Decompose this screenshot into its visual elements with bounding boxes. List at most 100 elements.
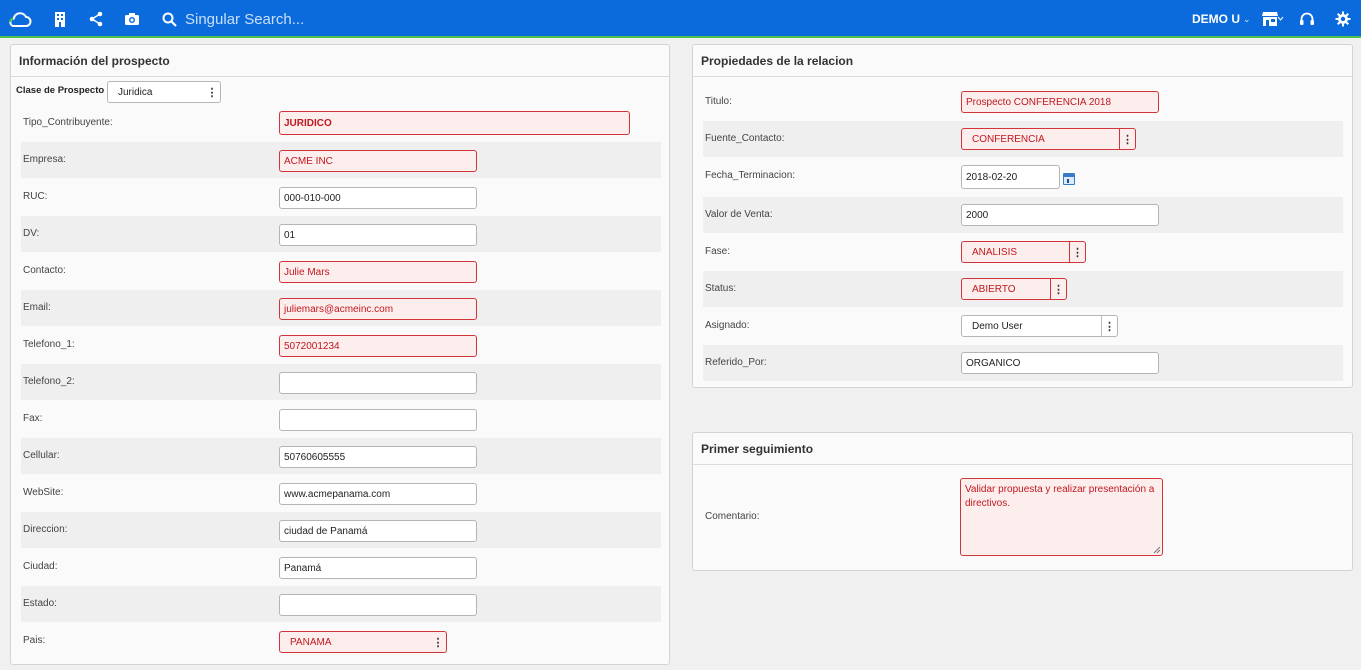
dv-input[interactable]: 01 xyxy=(279,224,477,246)
field-row-telefono-1: Telefono_1: 5072001234 xyxy=(21,327,661,363)
comment-textarea[interactable]: Validar propuesta y realizar presentació… xyxy=(960,478,1163,556)
field-row-empresa: Empresa: ACME INC xyxy=(21,142,661,178)
user-menu[interactable]: DEMO U ⌄ xyxy=(1192,12,1251,26)
fax-input[interactable] xyxy=(279,409,477,431)
field-row-telefono-2: Telefono_2: xyxy=(21,364,661,400)
field-value: 2000 xyxy=(966,209,989,221)
field-label: Titulo: xyxy=(705,96,732,107)
field-row-ruc: RUC: 000-010-000 xyxy=(21,179,661,215)
field-value: ACME INC xyxy=(284,155,333,167)
cellular-input[interactable]: 50760605555 xyxy=(279,446,477,468)
store-icon[interactable] xyxy=(1262,8,1284,30)
fase-select[interactable]: ANALISIS ⋮ xyxy=(961,241,1086,263)
field-label: Estado: xyxy=(23,598,57,609)
field-row-fecha-terminacion: Fecha_Terminacion: 2018-02-20 xyxy=(703,158,1343,194)
website-input[interactable]: www.acmepanama.com xyxy=(279,483,477,505)
field-label: Tipo_Contribuyente: xyxy=(23,117,113,128)
field-value: www.acmepanama.com xyxy=(284,488,391,500)
search-input[interactable] xyxy=(185,10,325,28)
telefono-1-input[interactable]: 5072001234 xyxy=(279,335,477,357)
gear-icon[interactable] xyxy=(1335,8,1351,30)
cloud-logo-icon[interactable] xyxy=(6,8,32,30)
field-value: Demo User xyxy=(972,320,1023,332)
kebab-icon: ⋮ xyxy=(1119,129,1135,149)
field-label: Fuente_Contacto: xyxy=(705,133,785,144)
field-label: Direccion: xyxy=(23,524,68,535)
kebab-icon: ⋮ xyxy=(1069,242,1085,262)
field-value: 5072001234 xyxy=(284,340,340,352)
camera-icon[interactable] xyxy=(124,8,140,30)
share-icon[interactable] xyxy=(88,8,104,30)
empresa-input[interactable]: ACME INC xyxy=(279,150,477,172)
titulo-input[interactable]: Prospecto CONFERENCIA 2018 xyxy=(961,91,1159,113)
field-row-ciudad: Ciudad: Panamá xyxy=(21,549,661,585)
kebab-icon: ⋮ xyxy=(432,636,444,649)
ciudad-input[interactable]: Panamá xyxy=(279,557,477,579)
field-label: RUC: xyxy=(23,191,48,202)
prospect-info-panel: Información del prospecto Clase de Prosp… xyxy=(10,44,670,665)
field-label: Cellular: xyxy=(23,450,60,461)
search-icon[interactable] xyxy=(162,12,177,27)
kebab-icon: ⋮ xyxy=(1050,279,1066,299)
pais-select[interactable]: PANAMA ⋮ xyxy=(279,631,447,653)
field-row-direccion: Direccion: ciudad de Panamá xyxy=(21,512,661,548)
field-row-fuente-contacto: Fuente_Contacto: CONFERENCIA ⋮ xyxy=(703,121,1343,157)
field-row-titulo: Titulo: Prospecto CONFERENCIA 2018 xyxy=(703,84,1343,120)
resize-grip-icon[interactable] xyxy=(1153,546,1161,554)
field-label: Fax: xyxy=(23,413,43,424)
status-select[interactable]: ABIERTO ⋮ xyxy=(961,278,1067,300)
chevron-down-icon: ⌄ xyxy=(1243,13,1251,24)
field-label: DV: xyxy=(23,228,40,239)
field-label: Telefono_2: xyxy=(23,376,75,387)
field-label: Empresa: xyxy=(23,154,66,165)
telefono-2-input[interactable] xyxy=(279,372,477,394)
field-row-dv: DV: 01 xyxy=(21,216,661,252)
field-value: Prospecto CONFERENCIA 2018 xyxy=(966,96,1112,108)
field-label: Status: xyxy=(705,283,737,294)
field-row-pais: Pais: PANAMA ⋮ xyxy=(21,623,661,659)
asignado-select[interactable]: Demo User ⋮ xyxy=(961,315,1118,337)
field-row-asignado: Asignado: Demo User ⋮ xyxy=(703,308,1343,344)
fuente-contacto-select[interactable]: CONFERENCIA ⋮ xyxy=(961,128,1136,150)
field-value: ORGANICO xyxy=(966,357,1021,369)
field-label: WebSite: xyxy=(23,487,64,498)
prospect-info-title: Información del prospecto xyxy=(11,45,669,77)
field-value: CONFERENCIA xyxy=(972,133,1045,145)
field-value: 01 xyxy=(284,229,296,241)
field-value: ABIERTO xyxy=(972,283,1016,295)
field-value: Julie Mars xyxy=(284,266,330,278)
contacto-input[interactable]: Julie Mars xyxy=(279,261,477,283)
field-value: juliemars@acmeinc.com xyxy=(284,303,394,315)
first-followup-title: Primer seguimiento xyxy=(693,433,1352,465)
building-icon[interactable] xyxy=(52,8,68,30)
comment-label: Comentario: xyxy=(705,511,760,522)
estado-input[interactable] xyxy=(279,594,477,616)
field-row-estado: Estado: xyxy=(21,586,661,622)
top-navigation-bar: DEMO U ⌄ xyxy=(0,0,1361,38)
direccion-input[interactable]: ciudad de Panamá xyxy=(279,520,477,542)
calendar-icon[interactable] xyxy=(1063,173,1075,185)
field-row-fax: Fax: xyxy=(21,401,661,437)
headset-icon[interactable] xyxy=(1299,8,1315,30)
kebab-icon: ⋮ xyxy=(1101,316,1117,336)
relation-properties-title: Propiedades de la relacion xyxy=(693,45,1352,77)
fecha-terminacion-input[interactable]: 2018-02-20 xyxy=(961,165,1060,189)
field-value: 50760605555 xyxy=(284,451,346,463)
ruc-input[interactable]: 000-010-000 xyxy=(279,187,477,209)
field-label: Email: xyxy=(23,302,51,313)
field-value: 000-010-000 xyxy=(284,192,341,204)
prospect-class-value: Juridica xyxy=(118,86,153,98)
field-label: Pais: xyxy=(23,635,46,646)
referido-por-input[interactable]: ORGANICO xyxy=(961,352,1159,374)
field-label: Asignado: xyxy=(705,320,750,331)
field-label: Ciudad: xyxy=(23,561,58,572)
field-row-cellular: Cellular: 50760605555 xyxy=(21,438,661,474)
field-row-fase: Fase: ANALISIS ⋮ xyxy=(703,234,1343,270)
tipo-contribuyente-input[interactable]: JURIDICO xyxy=(279,111,630,135)
email-input[interactable]: juliemars@acmeinc.com xyxy=(279,298,477,320)
field-label: Telefono_1: xyxy=(23,339,75,350)
field-label: Fecha_Terminacion: xyxy=(705,170,796,181)
field-value: PANAMA xyxy=(290,636,332,648)
valor-venta-input[interactable]: 2000 xyxy=(961,204,1159,226)
prospect-class-select[interactable]: Juridica ⋮ xyxy=(107,81,221,103)
